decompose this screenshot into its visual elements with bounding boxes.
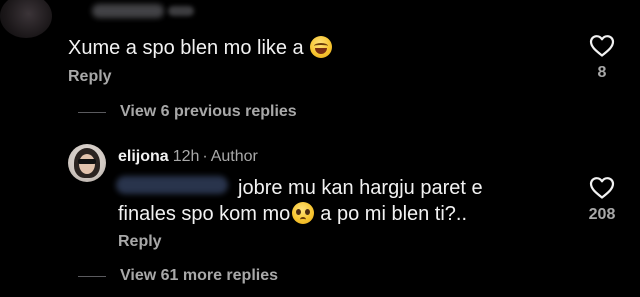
author-avatar[interactable] xyxy=(68,144,106,182)
timestamp: 12h xyxy=(172,148,200,165)
heart-icon[interactable] xyxy=(589,176,615,200)
comments-screen: Xume a spo blen mo like a Reply 8 View 6… xyxy=(0,0,640,297)
comment-text-content: Xume a spo blen mo like a xyxy=(68,37,304,59)
replies-divider-line xyxy=(78,111,106,113)
reply-button[interactable]: Reply xyxy=(118,233,162,251)
comment-meta: elijona 12h · Author xyxy=(118,148,258,166)
reply-text-line-1: jobre mu kan hargju paret e xyxy=(238,177,483,199)
blurred-mention[interactable] xyxy=(116,176,228,194)
heart-icon[interactable] xyxy=(589,34,615,58)
reply-button[interactable]: Reply xyxy=(68,68,112,86)
blurred-username xyxy=(92,4,164,18)
comment-text: Xume a spo blen mo like a xyxy=(68,36,332,60)
like-column: 208 xyxy=(580,176,624,224)
reply-text-after-emoji: a po mi blen ti?.. xyxy=(320,203,468,225)
face-with-tears-of-joy-icon xyxy=(309,36,332,58)
view-previous-replies-button[interactable]: View 6 previous replies xyxy=(78,103,297,121)
view-more-replies-button[interactable]: View 61 more replies xyxy=(78,267,278,285)
like-column: 8 xyxy=(580,34,624,82)
pleading-face-icon xyxy=(292,202,315,224)
author-badge: Author xyxy=(210,148,258,165)
blurred-timestamp xyxy=(168,6,194,16)
commenter-avatar[interactable] xyxy=(0,0,52,38)
username[interactable]: elijona xyxy=(118,148,169,165)
like-count: 208 xyxy=(588,206,616,223)
like-count: 8 xyxy=(597,64,607,81)
replies-divider-line xyxy=(78,275,106,277)
view-more-replies-label: View 61 more replies xyxy=(120,267,279,284)
view-previous-replies-label: View 6 previous replies xyxy=(120,103,297,120)
meta-separator: · xyxy=(202,148,208,165)
reply-text-before-emoji: finales spo kom mo xyxy=(118,203,291,225)
reply-text-line-2: finales spo kom mo a po mi blen ti?.. xyxy=(118,202,467,226)
